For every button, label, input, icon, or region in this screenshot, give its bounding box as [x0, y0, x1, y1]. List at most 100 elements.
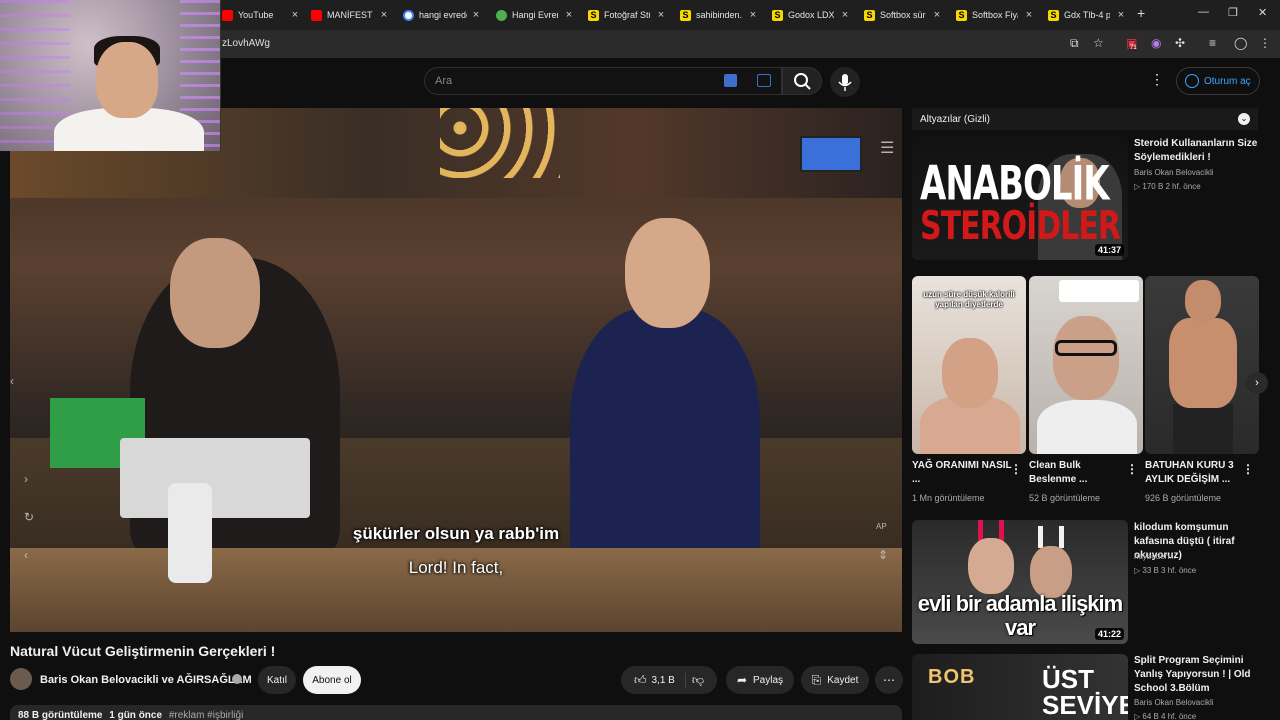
video-thumbnail[interactable]: evli bir adamla ilişkim var 41:22: [912, 520, 1128, 644]
recommended-meta: ▷ 64 B 4 hf. önce: [1134, 712, 1197, 720]
prev-arrow-icon[interactable]: ‹: [24, 548, 28, 562]
like-button[interactable]: 👍︎ 3,1 B: [633, 672, 686, 688]
browser-tab[interactable]: S sahibinden.c ×: [680, 4, 760, 26]
prev-arrow-icon[interactable]: ›: [24, 472, 28, 486]
settings-menu-icon[interactable]: ⋮: [1150, 71, 1164, 88]
browser-tab[interactable]: MANİFEST D ×: [311, 4, 391, 26]
new-tab-button[interactable]: +: [1137, 5, 1145, 21]
video-duration: 41:22: [1094, 628, 1124, 640]
profile-icon[interactable]: ◯: [1234, 36, 1247, 50]
short-title[interactable]: BATUHAN KURU 3 AYLIK DEĞİŞİM ...: [1145, 459, 1245, 487]
media-control-icon[interactable]: ≡: [1209, 36, 1216, 50]
google-icon: [403, 9, 414, 21]
upload-date: 1 gün önce: [109, 710, 163, 720]
voice-search-button[interactable]: [830, 67, 860, 97]
thumbs-down-icon[interactable]: 👎︎: [692, 673, 704, 688]
chevron-right-icon[interactable]: ›: [1246, 372, 1268, 394]
thumbnail-text: BOB: [928, 666, 976, 688]
thumbs-up-icon: 👍︎: [633, 672, 647, 687]
browser-tab[interactable]: S Fotoğraf Stü ×: [588, 4, 668, 26]
sign-in-button[interactable]: Oturum aç: [1176, 67, 1260, 95]
more-icon[interactable]: ⋮: [1126, 462, 1138, 476]
more-icon[interactable]: ⋮: [1010, 462, 1022, 476]
short-views: 926 B görüntüleme: [1145, 493, 1222, 503]
extension-icon[interactable]: ◉: [1151, 36, 1161, 50]
recommended-meta: ▷ 33 B 3 hf. önce: [1134, 566, 1197, 575]
close-icon[interactable]: ×: [1114, 4, 1128, 26]
expand-arrows-icon[interactable]: ⇕: [878, 548, 888, 562]
recommended-video-title[interactable]: Split Program Seçimini Yanlış Yapıyorsun…: [1134, 654, 1262, 696]
playlist-icon[interactable]: ☰: [880, 138, 894, 158]
short-thumbnail[interactable]: [1145, 276, 1259, 454]
subscribe-button[interactable]: Abone ol: [303, 666, 361, 694]
browser-tab[interactable]: YouTube ×: [222, 4, 302, 26]
prev-arrow-icon[interactable]: ‹: [10, 374, 14, 388]
close-window-button[interactable]: ✕: [1258, 6, 1267, 19]
join-label: Katıl: [266, 674, 287, 686]
view-count: 88 B görüntüleme: [18, 710, 103, 720]
bookmark-star-icon[interactable]: ☆: [1093, 36, 1104, 50]
browser-tab[interactable]: hangi evrede ×: [403, 4, 483, 26]
tab-title: Hangi Evren: [512, 10, 558, 20]
close-icon[interactable]: ×: [654, 4, 668, 26]
subtitles-label: Altyazılar (Gizli): [920, 113, 991, 125]
like-dislike-group: 👍︎ 3,1 B 👎︎: [621, 666, 717, 694]
close-icon[interactable]: ×: [930, 4, 944, 26]
short-title[interactable]: YAĞ ORANIMI NASIL ...: [912, 459, 1012, 487]
minimize-button[interactable]: —: [1198, 6, 1209, 18]
save-button[interactable]: ⎘ Kaydet: [801, 666, 869, 694]
hashtags[interactable]: #reklam #işbirliği: [169, 710, 243, 720]
close-icon[interactable]: ×: [288, 4, 302, 26]
browser-tab[interactable]: S Gdx Tlb-4 p ×: [1048, 4, 1128, 26]
verified-icon: [232, 674, 242, 684]
recommended-channel[interactable]: Baris Okan Belovacikli: [1134, 698, 1214, 707]
close-icon[interactable]: ×: [377, 4, 391, 26]
browser-tab[interactable]: Hangi Evren ×: [496, 4, 576, 26]
s-icon: S: [680, 9, 691, 21]
recommended-video-title[interactable]: Steroid Kullananların Size Söylemedikler…: [1134, 137, 1258, 165]
search-icon: [794, 73, 811, 90]
description-bar[interactable]: 88 B görüntüleme 1 gün önce #reklam #işb…: [10, 705, 902, 720]
s-icon: S: [956, 9, 967, 21]
search-box[interactable]: Ara: [424, 67, 782, 95]
short-thumbnail[interactable]: uzun süre düşük kalorili yapılan diyetle…: [912, 276, 1026, 454]
channel-name[interactable]: Baris Okan Belovacikli ve AĞIRSAĞLAM: [40, 674, 252, 686]
close-icon[interactable]: ×: [1022, 4, 1036, 26]
more-icon[interactable]: ⋮: [1242, 462, 1254, 476]
translate-icon[interactable]: [757, 74, 771, 87]
url-text[interactable]: zLovhAWg: [222, 38, 270, 49]
replay-icon[interactable]: ↻: [24, 510, 34, 524]
recommended-channel[interactable]: Baris Okan Belovacikli: [1134, 168, 1214, 177]
youtube-icon: [311, 9, 322, 21]
search-input[interactable]: Ara: [435, 75, 452, 87]
more-actions-button[interactable]: ⋯: [875, 666, 903, 694]
browser-tab[interactable]: S Godox LDX- ×: [772, 4, 852, 26]
subscribe-label: Abone ol: [312, 674, 352, 686]
chevron-down-icon[interactable]: ⌄: [1238, 113, 1250, 125]
install-app-icon[interactable]: ⧉: [1070, 36, 1079, 51]
short-title[interactable]: Clean Bulk Beslenme ...: [1029, 459, 1129, 487]
video-thumbnail[interactable]: ANABOLİK STEROİDLER 41:37: [912, 136, 1128, 260]
subtitles-row[interactable]: Altyazılar (Gizli) ⌄: [912, 108, 1258, 130]
close-icon[interactable]: ×: [469, 4, 483, 26]
keyboard-icon[interactable]: [724, 74, 737, 87]
s-icon: S: [772, 9, 783, 21]
join-button[interactable]: Katıl: [258, 666, 296, 694]
video-thumbnail[interactable]: BOB ÜST SEVİYEYE: [912, 654, 1128, 720]
browser-tab[interactable]: S Softbox Fiya ×: [956, 4, 1036, 26]
channel-avatar[interactable]: [10, 668, 32, 690]
recommended-channel[interactable]: haybeden...: [1134, 552, 1176, 561]
share-button[interactable]: ➦ Paylaş: [726, 666, 794, 694]
close-icon[interactable]: ×: [746, 4, 760, 26]
tab-title: YouTube: [238, 10, 274, 20]
close-icon[interactable]: ×: [838, 4, 852, 26]
search-button[interactable]: [782, 67, 822, 95]
restore-button[interactable]: ❐: [1228, 6, 1238, 19]
browser-tab[interactable]: S Softbox süre ×: [864, 4, 944, 26]
share-icon: ➦: [736, 673, 748, 687]
video-player[interactable]: şükürler olsun ya rabb'im Lord! In fact,…: [10, 108, 902, 632]
menu-icon[interactable]: ⋮: [1259, 36, 1271, 50]
close-icon[interactable]: ×: [562, 4, 576, 26]
puzzle-icon[interactable]: ✣: [1175, 36, 1185, 50]
short-thumbnail[interactable]: [1029, 276, 1143, 454]
